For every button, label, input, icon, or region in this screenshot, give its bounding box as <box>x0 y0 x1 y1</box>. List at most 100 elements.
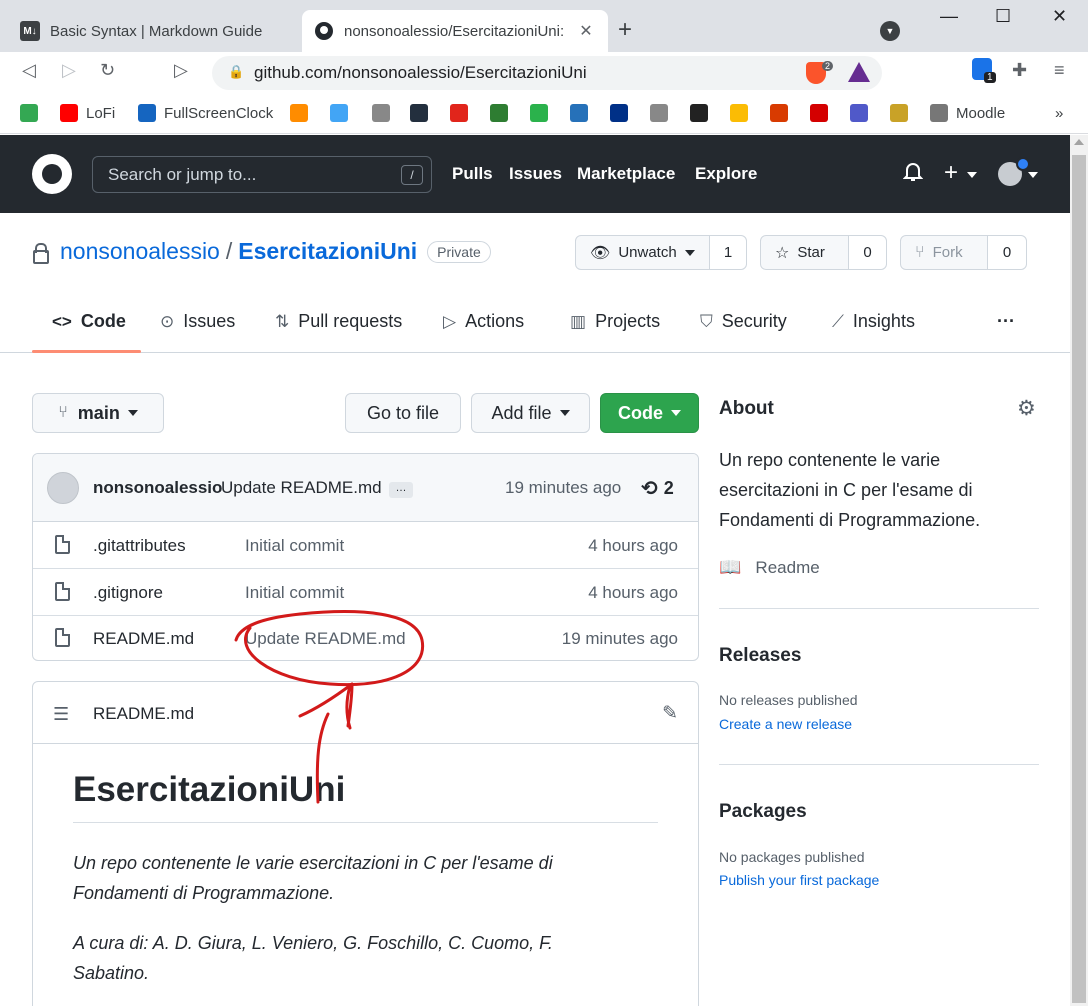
create-new-plus-icon[interactable]: + <box>944 159 958 187</box>
packages-title[interactable]: Packages <box>719 801 807 823</box>
bookmark-page-icon[interactable]: ▷ <box>174 60 188 81</box>
bookmark-item[interactable] <box>850 102 876 124</box>
bookmark-item[interactable] <box>20 102 46 124</box>
tab-label: Issues <box>183 311 236 331</box>
create-release-link[interactable]: Create a new release <box>719 716 852 732</box>
bookmark-item[interactable] <box>570 102 596 124</box>
repo-owner-link[interactable]: nonsonoalessio <box>60 238 220 265</box>
code-clone-button[interactable]: Code <box>600 393 699 433</box>
bookmark-item[interactable] <box>290 102 316 124</box>
bookmark-item[interactable] <box>372 102 398 124</box>
scrollbar-thumb[interactable] <box>1072 155 1086 1003</box>
commit-author-avatar[interactable] <box>47 472 79 504</box>
bookmark-item[interactable] <box>490 102 516 124</box>
bookmark-item[interactable] <box>890 102 916 124</box>
tab-pull-requests[interactable]: ⇅ Pull requests <box>275 311 402 332</box>
bookmark-item[interactable] <box>410 102 436 124</box>
tab-code[interactable]: <> Code <box>52 311 126 332</box>
acrobat-icon <box>810 104 828 122</box>
bookmark-item[interactable] <box>330 102 356 124</box>
menu-icon[interactable]: ≡ <box>1054 60 1065 81</box>
reload-icon[interactable]: ↻ <box>100 60 115 81</box>
tab-security[interactable]: ⛉ Security <box>700 311 787 332</box>
file-row[interactable]: .gitignore Initial commit 4 hours ago <box>33 569 698 616</box>
tab-markdown-guide[interactable]: M↓ Basic Syntax | Markdown Guide <box>8 10 298 52</box>
file-name-link[interactable]: .gitignore <box>93 583 163 603</box>
tab-issues[interactable]: ⊙ Issues <box>160 311 235 332</box>
nav-issues[interactable]: Issues <box>509 164 562 184</box>
close-window-icon[interactable]: ✕ <box>1052 6 1067 27</box>
releases-title[interactable]: Releases <box>719 645 801 667</box>
bookmark-item[interactable] <box>610 102 636 124</box>
file-row[interactable]: README.md Update README.md 19 minutes ag… <box>33 615 698 660</box>
unwatch-button[interactable]: 👁 Unwatch <box>576 236 710 269</box>
bookmark-item[interactable]: FullScreenClock <box>138 102 273 124</box>
commit-history-link[interactable]: ⟲ 2 <box>641 476 674 501</box>
tab-actions[interactable]: ▷ Actions <box>443 311 524 332</box>
file-row[interactable]: .gitattributes Initial commit 4 hours ag… <box>33 522 698 569</box>
expand-commit-button[interactable]: … <box>389 482 413 498</box>
star-button[interactable]: ☆ Star <box>761 236 849 269</box>
feedly-icon <box>530 104 548 122</box>
scroll-up-arrow-icon[interactable] <box>1074 139 1084 145</box>
file-name-link[interactable]: .gitattributes <box>93 536 186 556</box>
nav-pulls[interactable]: Pulls <box>452 164 493 184</box>
branch-select-button[interactable]: ⑂ main <box>32 393 164 433</box>
nav-explore[interactable]: Explore <box>695 164 757 184</box>
project-icon: ▥ <box>570 311 587 331</box>
new-tab-button[interactable]: + <box>618 16 632 44</box>
file-commit-message[interactable]: Initial commit <box>245 583 344 603</box>
apple-icon <box>650 104 668 122</box>
bookmark-label: LoFi <box>86 104 116 122</box>
nav-marketplace[interactable]: Marketplace <box>577 164 675 184</box>
commit-author-link[interactable]: nonsonoalessio <box>93 478 222 498</box>
tab-github-repo[interactable]: nonsonoalessio/EsercitazioniUni: ✕ <box>302 10 608 52</box>
bookmark-item[interactable] <box>730 102 756 124</box>
google-drive-icon <box>730 104 748 122</box>
gear-icon[interactable]: ⚙ <box>1017 396 1036 421</box>
file-commit-message[interactable]: Initial commit <box>245 536 344 556</box>
commit-time[interactable]: 19 minutes ago <box>505 478 621 498</box>
notifications-bell-icon[interactable] <box>902 161 924 189</box>
bookmark-item[interactable] <box>770 102 796 124</box>
extensions-puzzle-icon[interactable]: ✚ <box>1012 60 1027 81</box>
github-logo-icon[interactable] <box>32 154 72 194</box>
university-seal-icon <box>890 104 908 122</box>
bookmark-item[interactable] <box>690 102 716 124</box>
stars-count[interactable]: 0 <box>849 236 886 269</box>
maximize-icon[interactable]: ☐ <box>995 6 1011 27</box>
tab-insights[interactable]: ⟋ Insights <box>832 311 915 332</box>
publish-package-link[interactable]: Publish your first package <box>719 872 879 888</box>
minimize-icon[interactable]: — <box>940 6 958 27</box>
bookmarks-overflow-button[interactable]: » <box>1055 102 1063 124</box>
forward-icon[interactable]: ▷ <box>62 60 76 81</box>
bookmark-item[interactable]: LoFi <box>60 102 115 124</box>
go-to-file-button[interactable]: Go to file <box>345 393 461 433</box>
bookmark-item[interactable] <box>530 102 556 124</box>
add-file-button[interactable]: Add file <box>471 393 590 433</box>
bookmark-item[interactable]: Moodle <box>930 102 1005 124</box>
back-icon[interactable]: ◁ <box>22 60 36 81</box>
tab-search-icon[interactable]: ▼ <box>880 21 900 41</box>
bookmark-item[interactable] <box>650 102 676 124</box>
bookmark-label: Moodle <box>956 104 1006 122</box>
search-input[interactable]: Search or jump to... / <box>92 156 432 193</box>
file-name-link[interactable]: README.md <box>93 629 194 649</box>
address-bar[interactable]: 🔒 github.com/nonsonoalessio/Esercitazion… <box>212 56 882 90</box>
bookmark-item[interactable] <box>810 102 836 124</box>
repo-name-link[interactable]: EsercitazioniUni <box>238 238 417 265</box>
close-tab-icon[interactable]: ✕ <box>576 21 596 41</box>
readme-link[interactable]: 📖 Readme <box>719 557 820 578</box>
edit-pencil-icon[interactable]: ✎ <box>662 702 678 725</box>
brave-rewards-icon[interactable] <box>848 62 870 82</box>
file-commit-message[interactable]: Update README.md <box>245 629 406 649</box>
outline-list-icon[interactable]: ☰ <box>53 704 69 725</box>
more-tabs-icon[interactable]: ··· <box>997 311 1015 332</box>
tab-projects[interactable]: ▥ Projects <box>570 311 660 332</box>
commit-message-link[interactable]: Update README.md <box>221 478 382 498</box>
bookmark-item[interactable] <box>450 102 476 124</box>
readme-filename[interactable]: README.md <box>93 704 194 724</box>
fork-button[interactable]: ⑂ Fork <box>901 236 988 269</box>
watchers-count[interactable]: 1 <box>710 236 746 269</box>
forks-count[interactable]: 0 <box>988 236 1026 269</box>
